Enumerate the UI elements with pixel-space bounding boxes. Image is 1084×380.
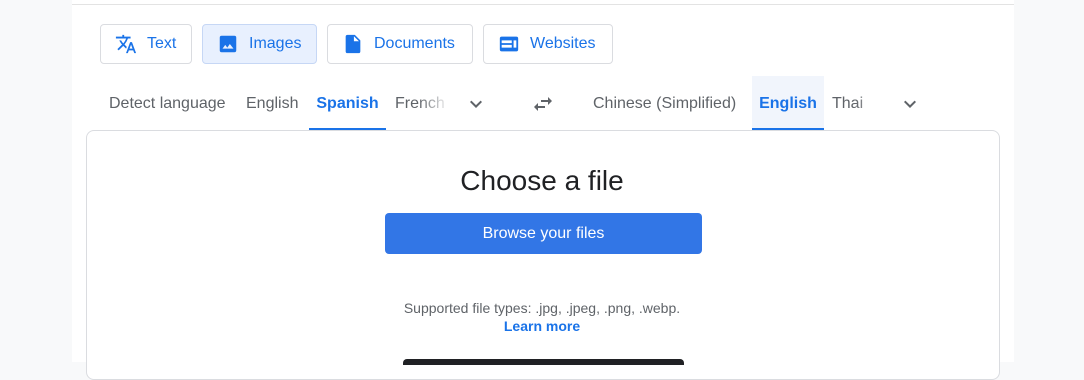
lang-label: Spanish	[316, 94, 379, 112]
lang-label: Thai	[832, 94, 864, 112]
mode-label: Text	[147, 35, 177, 52]
swap-icon	[534, 97, 552, 111]
target-lang-english[interactable]: English	[752, 76, 824, 131]
lang-label: Detect language	[109, 94, 226, 112]
source-lang-french[interactable]: French	[395, 76, 445, 131]
mode-label: Documents	[374, 35, 455, 52]
dark-button-edge[interactable]	[403, 359, 684, 365]
mode-button-websites[interactable]: Websites	[483, 24, 613, 64]
source-lang-spanish[interactable]: Spanish	[309, 76, 386, 131]
swap-languages-button[interactable]	[527, 88, 559, 120]
mode-label: Websites	[530, 35, 596, 52]
chevron-down-icon	[904, 100, 916, 108]
target-lang-chinese-simplified[interactable]: Chinese (Simplified)	[593, 76, 736, 131]
chevron-down-icon	[470, 100, 482, 108]
source-lang-english[interactable]: English	[246, 76, 298, 131]
website-icon	[499, 36, 519, 52]
supported-file-types: Supported file types: .jpg, .jpeg, .png,…	[403, 300, 681, 316]
image-icon	[219, 35, 237, 53]
lang-label: French	[395, 94, 445, 112]
mode-button-images[interactable]: Images	[202, 24, 317, 64]
mode-label: Images	[249, 35, 302, 52]
translate-icon	[115, 34, 137, 54]
target-more-languages-button[interactable]	[894, 88, 926, 120]
browse-files-button[interactable]: Browse your files	[385, 213, 702, 254]
target-lang-thai[interactable]: Thai	[832, 76, 863, 131]
mode-button-documents[interactable]: Documents	[327, 24, 473, 64]
choose-file-title: Choose a file	[460, 165, 624, 196]
language-bar: Detect language English Spanish French C…	[0, 76, 1084, 131]
learn-more-link: Learn more	[0, 318, 1084, 334]
lang-label: Chinese (Simplified)	[593, 94, 737, 112]
source-more-languages-button[interactable]	[460, 88, 492, 120]
learn-more-link-text[interactable]: Learn more	[504, 318, 580, 334]
source-lang-detect[interactable]: Detect language	[109, 76, 226, 131]
top-divider	[72, 4, 1014, 5]
mode-button-text[interactable]: Text	[100, 24, 192, 64]
lang-label: English	[246, 94, 299, 112]
document-icon	[345, 34, 361, 54]
lang-label: English	[759, 94, 817, 112]
